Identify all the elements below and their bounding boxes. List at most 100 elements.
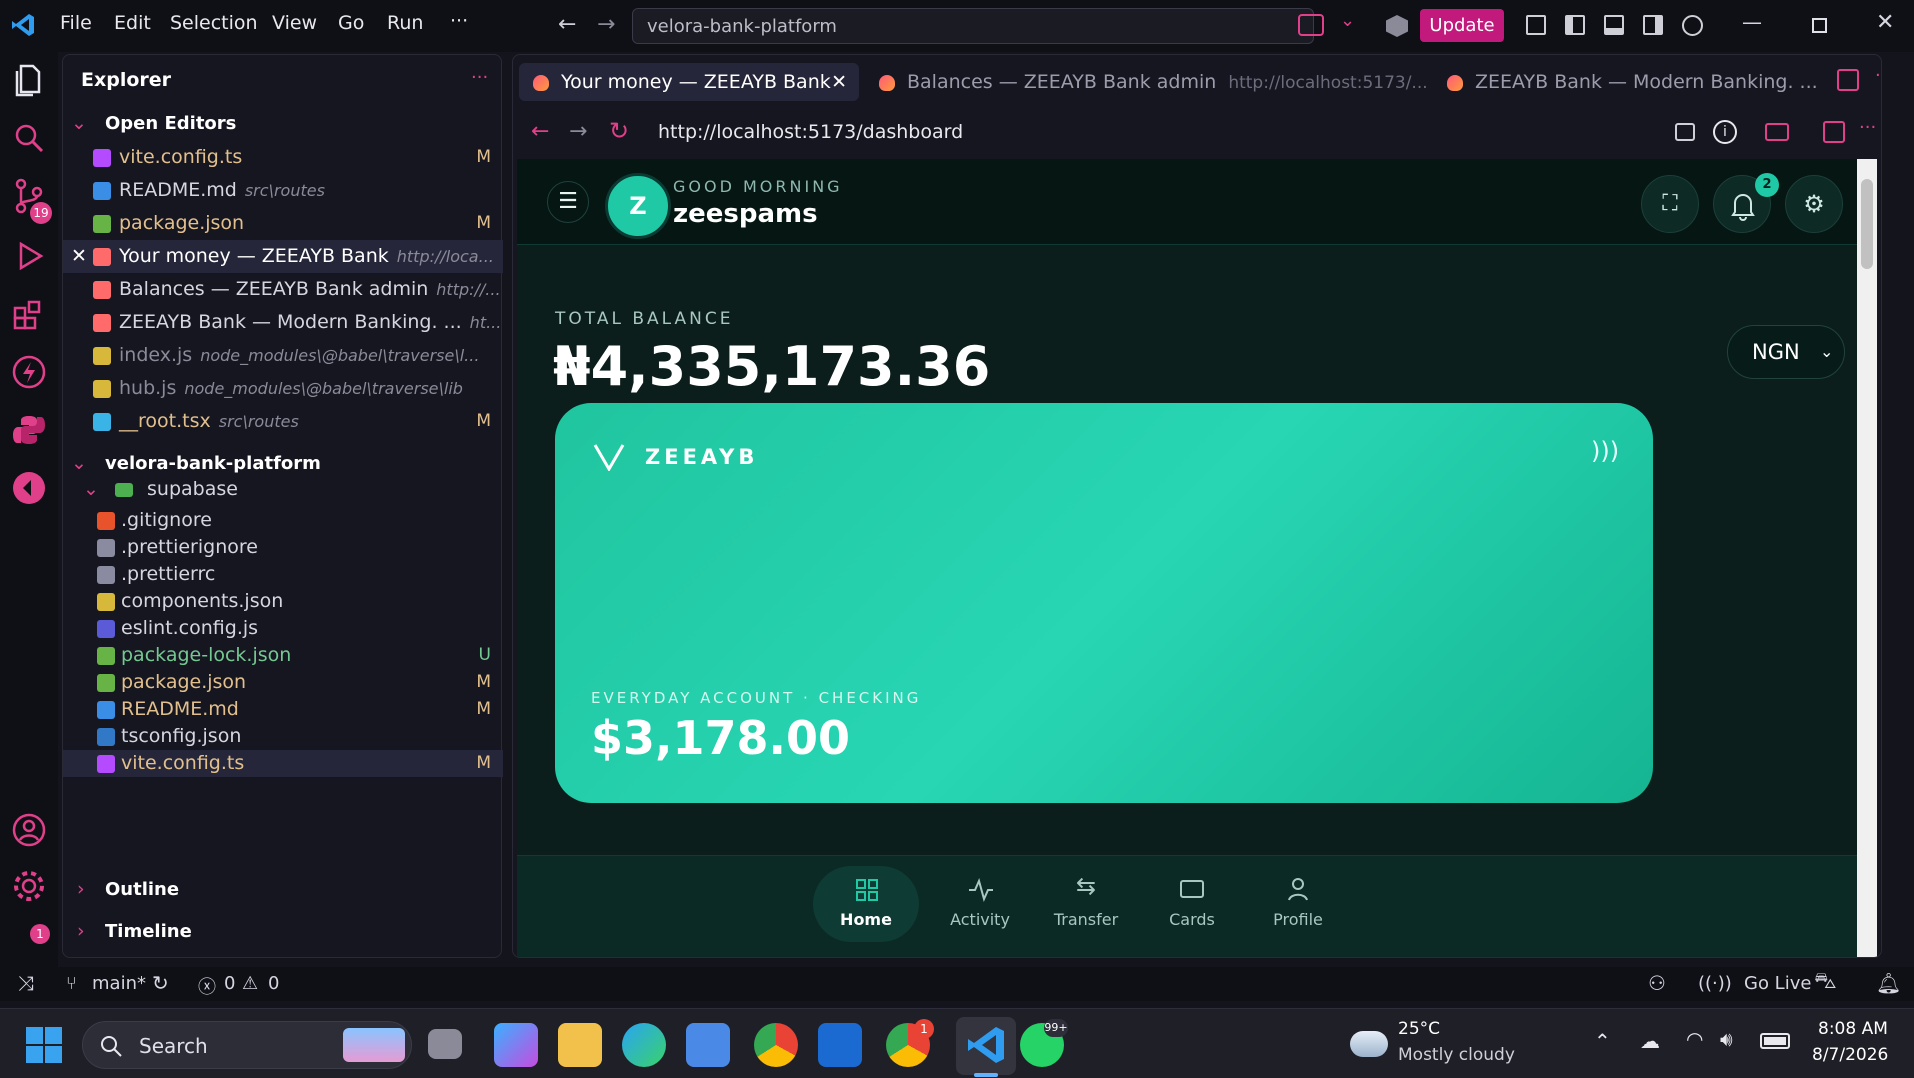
scan-icon[interactable]: ⛶ bbox=[1641, 175, 1699, 233]
taskbar-search[interactable]: Search bbox=[82, 1021, 412, 1069]
layout-icon[interactable] bbox=[1526, 15, 1546, 35]
command-center[interactable]: velora-bank-platform bbox=[632, 8, 1314, 44]
open-editor-item[interactable]: index.js node_modules\@babel\traverse\l..… bbox=[63, 339, 503, 372]
task-view-icon[interactable] bbox=[428, 1029, 462, 1059]
vscode-taskbar-icon[interactable] bbox=[964, 1023, 1008, 1067]
thunder-icon[interactable] bbox=[9, 352, 49, 392]
open-editor-item[interactable]: vite.config.ts M bbox=[63, 141, 503, 174]
windows-start-icon[interactable] bbox=[22, 1023, 66, 1067]
forward-arrow-icon[interactable]: → bbox=[597, 12, 615, 37]
chevron-up-icon[interactable]: ⌃ bbox=[1594, 1029, 1611, 1053]
outlook-icon[interactable] bbox=[818, 1023, 862, 1067]
timeline-header[interactable]: › Timeline bbox=[63, 915, 503, 948]
file-item[interactable]: .gitignore bbox=[63, 507, 503, 534]
menu-edit[interactable]: Edit bbox=[114, 12, 151, 34]
remote-icon[interactable]: ⤨ bbox=[18, 971, 34, 995]
file-item[interactable]: components.json bbox=[63, 588, 503, 615]
account-card[interactable]: ZEEAYB ))) EVERYDAY ACCOUNT · CHECKING $… bbox=[555, 403, 1653, 803]
open-editor-item[interactable]: ✕ Your money — ZEEAYB Bank http://loca... bbox=[63, 240, 503, 273]
manage-gear-icon[interactable] bbox=[9, 866, 49, 906]
avatar[interactable]: Z bbox=[605, 173, 671, 239]
close-tab-icon[interactable]: ✕ bbox=[831, 63, 847, 101]
nav-transfer[interactable]: ⇆ Transfer bbox=[1033, 866, 1139, 942]
tab-modern-banking[interactable]: ZEEAYB Bank — Modern Banking. ... bbox=[1433, 63, 1823, 101]
globe-icon[interactable] bbox=[1682, 15, 1703, 36]
file-item[interactable]: tsconfig.json bbox=[63, 723, 503, 750]
weather-desc[interactable]: Mostly cloudy bbox=[1398, 1045, 1515, 1065]
file-item[interactable]: eslint.config.js bbox=[63, 615, 503, 642]
account-icon[interactable] bbox=[9, 810, 49, 850]
wifi-icon[interactable]: ◠ bbox=[1686, 1027, 1703, 1051]
reload-icon[interactable]: ↻ bbox=[609, 117, 629, 145]
close-icon[interactable]: ✕ bbox=[71, 240, 87, 273]
explorer-icon[interactable] bbox=[9, 60, 49, 100]
close-window-icon[interactable]: ✕ bbox=[1876, 10, 1894, 35]
copilot-status-icon[interactable]: ⚇ bbox=[1648, 971, 1666, 995]
open-editor-item[interactable]: hub.js node_modules\@babel\traverse\lib bbox=[63, 372, 503, 405]
gear-icon[interactable]: ⚙ bbox=[1785, 175, 1843, 233]
open-editor-item[interactable]: __root.tsx src\routes M bbox=[63, 405, 503, 438]
weather-temp[interactable]: 25°C bbox=[1398, 1019, 1440, 1039]
chevron-down-icon[interactable]: ⌄ bbox=[1340, 10, 1355, 31]
volume-icon[interactable]: 🔊︎ bbox=[1720, 1027, 1733, 1051]
car-icon[interactable]: ⛍ bbox=[1814, 969, 1837, 997]
copilot-icon[interactable] bbox=[1386, 15, 1408, 37]
nav-cards[interactable]: Cards bbox=[1139, 866, 1245, 942]
outline-header[interactable]: › Outline bbox=[63, 873, 503, 906]
sync-icon[interactable]: ↻ bbox=[152, 971, 169, 995]
update-button[interactable]: Update bbox=[1420, 9, 1504, 42]
store-icon[interactable] bbox=[686, 1023, 730, 1067]
error-count[interactable]: 0 bbox=[224, 973, 235, 994]
edge-icon[interactable] bbox=[622, 1023, 666, 1067]
menu-icon[interactable]: ☰ bbox=[547, 181, 589, 223]
cast-icon[interactable] bbox=[1765, 123, 1789, 141]
menu-go[interactable]: Go bbox=[338, 12, 364, 34]
open-editor-item[interactable]: README.md src\routes bbox=[63, 174, 503, 207]
battery-icon[interactable] bbox=[1760, 1033, 1790, 1049]
search-icon[interactable] bbox=[9, 118, 49, 158]
nav-activity[interactable]: Activity bbox=[927, 866, 1033, 942]
m365-icon[interactable] bbox=[494, 1023, 538, 1067]
more-actions-icon[interactable]: ··· bbox=[471, 67, 488, 88]
clock-time[interactable]: 8:08 AM bbox=[1818, 1019, 1888, 1039]
warning-count[interactable]: 0 bbox=[268, 973, 279, 994]
file-item[interactable]: .prettierrc bbox=[63, 561, 503, 588]
maximize-icon[interactable] bbox=[1812, 18, 1827, 33]
open-editor-item[interactable]: package.json M bbox=[63, 207, 503, 240]
info-icon[interactable]: i bbox=[1713, 120, 1737, 144]
nav-profile[interactable]: Profile bbox=[1245, 866, 1351, 942]
scrollbar-thumb[interactable] bbox=[1861, 179, 1873, 269]
devtools-icon[interactable] bbox=[1823, 121, 1845, 143]
folder-supabase[interactable]: ⌄ supabase bbox=[63, 473, 503, 506]
currency-select[interactable]: NGN ⌄ bbox=[1727, 325, 1845, 379]
forward-arrow-icon[interactable]: → bbox=[569, 119, 587, 144]
screenshot-icon[interactable] bbox=[1675, 123, 1695, 141]
menu-run[interactable]: Run bbox=[387, 12, 423, 34]
menu-selection[interactable]: Selection bbox=[170, 12, 258, 34]
live-share-icon[interactable] bbox=[9, 468, 49, 508]
nav-home[interactable]: Home bbox=[813, 866, 919, 942]
more-actions-icon[interactable]: ··· bbox=[1859, 117, 1876, 138]
menu-file[interactable]: File bbox=[60, 12, 92, 34]
go-live-button[interactable]: Go Live bbox=[1744, 973, 1811, 994]
menu-view[interactable]: View bbox=[272, 12, 317, 34]
more-actions-icon[interactable]: ··· bbox=[1875, 65, 1881, 86]
file-item[interactable]: package.json M bbox=[63, 669, 503, 696]
clock-date[interactable]: 8/7/2026 bbox=[1812, 1045, 1888, 1065]
file-item[interactable]: package-lock.json U bbox=[63, 642, 503, 669]
toggle-secondary-sidebar-icon[interactable] bbox=[1643, 15, 1663, 35]
split-editor-icon[interactable] bbox=[1837, 69, 1859, 91]
run-debug-icon[interactable] bbox=[9, 236, 49, 276]
chat-icon[interactable] bbox=[1298, 14, 1324, 36]
tab-balances[interactable]: Balances — ZEEAYB Bank admin http://loca… bbox=[865, 63, 1427, 101]
toggle-sidebar-icon[interactable] bbox=[1565, 15, 1585, 35]
extensions-icon[interactable] bbox=[9, 294, 49, 334]
minimize-icon[interactable]: — bbox=[1742, 10, 1762, 34]
python-icon[interactable] bbox=[9, 410, 49, 450]
file-item[interactable]: vite.config.ts M bbox=[63, 750, 503, 777]
toggle-panel-icon[interactable] bbox=[1604, 15, 1624, 35]
onedrive-icon[interactable]: ☁ bbox=[1640, 1029, 1660, 1053]
scrollbar[interactable] bbox=[1857, 159, 1877, 957]
open-editor-item[interactable]: Balances — ZEEAYB Bank admin http://... bbox=[63, 273, 503, 306]
branch-name[interactable]: main* bbox=[92, 973, 146, 994]
